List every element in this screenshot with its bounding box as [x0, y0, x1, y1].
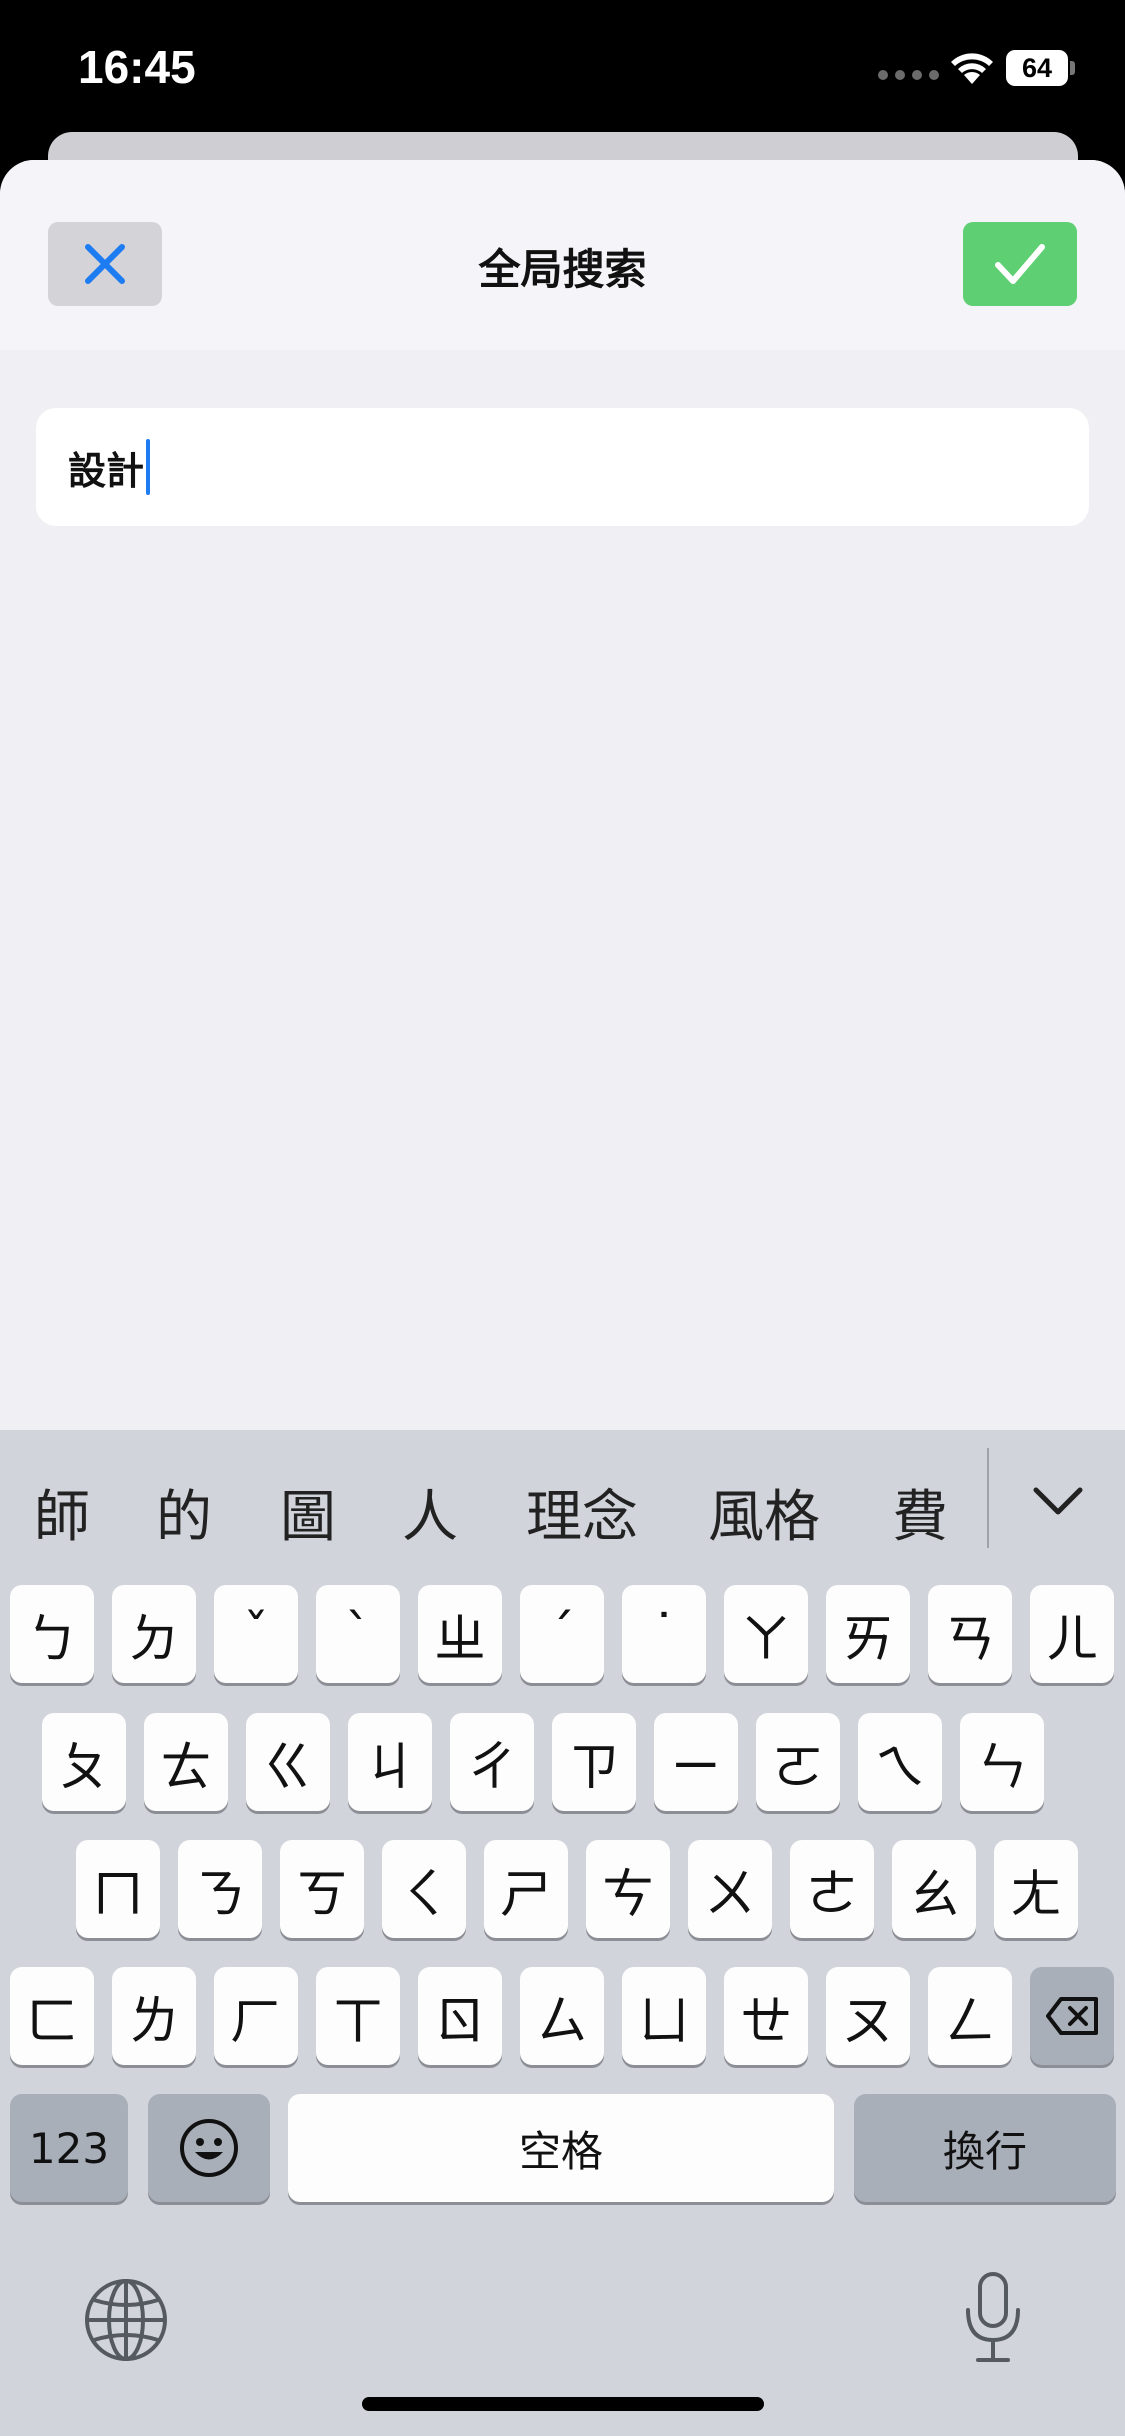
search-sheet: 全局搜索 設計 [0, 160, 1125, 1430]
key-row1-0[interactable]: ㄅ [10, 1585, 94, 1683]
key-row4-5[interactable]: ㄙ [520, 1967, 604, 2065]
candidate-word[interactable]: 風格 [708, 1472, 820, 1553]
key-row4-0[interactable]: ㄈ [10, 1967, 94, 2065]
key-row2-9[interactable]: ㄣ [960, 1713, 1044, 1811]
backspace-key[interactable] [1030, 1967, 1114, 2065]
key-row2-2[interactable]: ㄍ [246, 1713, 330, 1811]
battery-cap [1070, 61, 1075, 75]
key-row1-10[interactable]: ㄦ [1030, 1585, 1114, 1683]
cellular-signal-icon [878, 70, 939, 80]
key-row4-7[interactable]: ㄝ [724, 1967, 808, 2065]
key-row4-8[interactable]: ㄡ [826, 1967, 910, 2065]
key-row1-5[interactable]: ˊ [520, 1585, 604, 1683]
status-bar: 16:45 64 [0, 0, 1125, 140]
key-row2-3[interactable]: ㄐ [348, 1713, 432, 1811]
key-row2-0[interactable]: ㄆ [42, 1713, 126, 1811]
text-caret [146, 439, 151, 495]
status-time: 16:45 [78, 41, 196, 93]
key-row3-0[interactable]: ㄇ [76, 1840, 160, 1938]
key-row4-4[interactable]: ㄖ [418, 1967, 502, 2065]
key-row3-6[interactable]: ㄨ [688, 1840, 772, 1938]
key-row4-3[interactable]: ㄒ [316, 1967, 400, 2065]
candidate-divider [987, 1448, 989, 1548]
nav-bar: 全局搜索 [0, 160, 1125, 350]
backspace-icon [1046, 1997, 1098, 2035]
numbers-key[interactable]: 123 [10, 2094, 128, 2202]
key-row3-8[interactable]: ㄠ [892, 1840, 976, 1938]
checkmark-icon [995, 244, 1045, 284]
key-row4-9[interactable]: ㄥ [928, 1967, 1012, 2065]
globe-icon[interactable] [82, 2276, 170, 2364]
key-row3-5[interactable]: ㄘ [586, 1840, 670, 1938]
search-input[interactable]: 設計 [36, 408, 1089, 526]
emoji-key[interactable] [148, 2094, 270, 2202]
battery-indicator: 64 [1006, 50, 1068, 86]
key-row2-8[interactable]: ㄟ [858, 1713, 942, 1811]
home-indicator [362, 2397, 764, 2411]
key-row1-8[interactable]: ㄞ [826, 1585, 910, 1683]
key-row3-9[interactable]: ㄤ [994, 1840, 1078, 1938]
key-row1-7[interactable]: ㄚ [724, 1585, 808, 1683]
candidate-bar: 師 的 圖 人 理念 風格 費 [0, 1430, 1125, 1580]
microphone-icon[interactable] [960, 2270, 1026, 2366]
key-row2-5[interactable]: ㄗ [552, 1713, 636, 1811]
return-key[interactable]: 換行 [854, 2094, 1116, 2202]
key-row4-1[interactable]: ㄌ [112, 1967, 196, 2065]
key-row1-1[interactable]: ㄉ [112, 1585, 196, 1683]
key-row1-3[interactable]: ˋ [316, 1585, 400, 1683]
key-row1-2[interactable]: ˇ [214, 1585, 298, 1683]
key-row1-9[interactable]: ㄢ [928, 1585, 1012, 1683]
key-row3-3[interactable]: ㄑ [382, 1840, 466, 1938]
confirm-button[interactable] [963, 222, 1077, 306]
candidate-word[interactable]: 人 [402, 1472, 458, 1553]
space-key[interactable]: 空格 [288, 2094, 834, 2202]
key-row3-7[interactable]: ㄜ [790, 1840, 874, 1938]
key-row4-2[interactable]: ㄏ [214, 1967, 298, 2065]
candidate-word[interactable]: 師 [34, 1472, 90, 1553]
candidate-word[interactable]: 圖 [280, 1472, 336, 1553]
wifi-icon [951, 53, 993, 84]
key-row2-7[interactable]: ㄛ [756, 1713, 840, 1811]
candidate-word[interactable]: 費 [892, 1472, 948, 1553]
key-row2-4[interactable]: ㄔ [450, 1713, 534, 1811]
emoji-icon [180, 2119, 238, 2177]
key-row2-6[interactable]: ㄧ [654, 1713, 738, 1811]
key-row4-6[interactable]: ㄩ [622, 1967, 706, 2065]
key-row3-1[interactable]: ㄋ [178, 1840, 262, 1938]
page-title: 全局搜索 [478, 245, 647, 294]
key-row3-2[interactable]: ㄎ [280, 1840, 364, 1938]
search-input-value: 設計 [68, 448, 145, 493]
candidate-word[interactable]: 理念 [526, 1472, 638, 1553]
chevron-down-icon[interactable] [1028, 1470, 1088, 1530]
candidate-word[interactable]: 的 [156, 1472, 212, 1553]
key-row1-4[interactable]: ㄓ [418, 1585, 502, 1683]
key-row3-4[interactable]: ㄕ [484, 1840, 568, 1938]
key-row1-6[interactable]: ˙ [622, 1585, 706, 1683]
key-row2-1[interactable]: ㄊ [144, 1713, 228, 1811]
